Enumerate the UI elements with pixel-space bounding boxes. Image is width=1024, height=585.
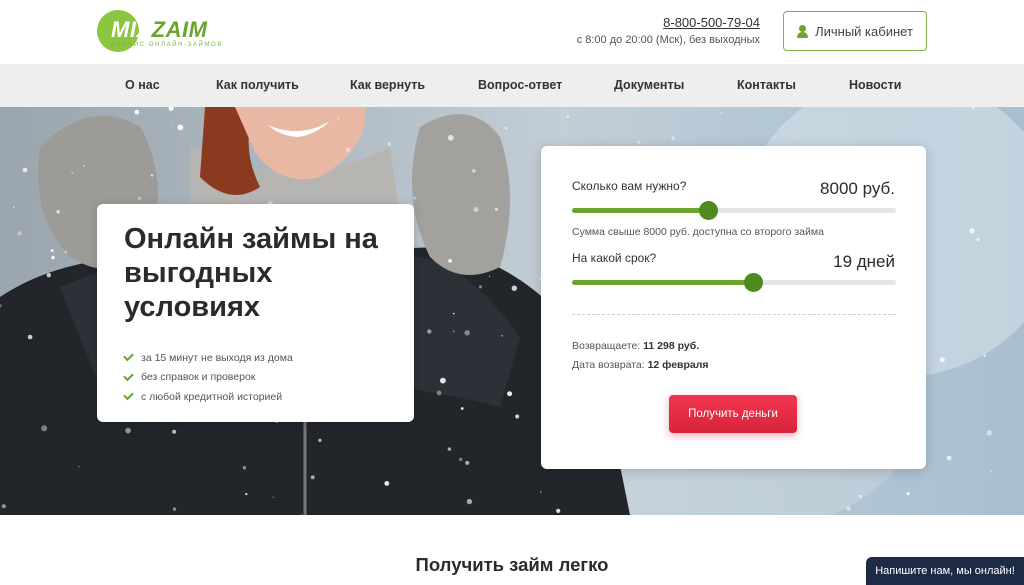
check-icon — [123, 370, 134, 382]
hero-banner: Онлайн займы на выгодных условиях за 15 … — [0, 107, 1024, 515]
term-question: На какой срок? — [572, 251, 657, 265]
personal-account-button[interactable]: Личный кабинет — [783, 11, 927, 51]
amount-value: 8000 руб. — [820, 179, 895, 198]
nav-item-how-to-repay[interactable]: Как вернуть — [350, 78, 425, 92]
promo-card: Онлайн займы на выгодных условиях за 15 … — [97, 204, 414, 422]
logo-tagline: СЕРВИС ОНЛАЙН-ЗАЙМОВ — [111, 42, 223, 48]
hero-title: Онлайн займы на выгодных условиях — [124, 223, 378, 323]
nav-item-faq[interactable]: Вопрос-ответ — [478, 78, 562, 92]
feature-list: за 15 минут не выходя из дома без справо… — [123, 348, 293, 407]
chat-widget-button[interactable]: Напишите нам, мы онлайн! — [866, 557, 1024, 585]
repay-amount: Возвращаете: 11 298 руб. — [572, 340, 700, 352]
nav-item-about[interactable]: О нас — [125, 78, 160, 92]
repay-date: Дата возврата: 12 февраля — [572, 359, 709, 371]
nav-item-documents[interactable]: Документы — [614, 78, 684, 92]
check-icon — [123, 350, 134, 362]
personal-account-label: Личный кабинет — [815, 23, 913, 39]
nav-item-news[interactable]: Новости — [849, 78, 901, 92]
amount-slider-thumb[interactable] — [699, 201, 719, 220]
site-header: MIXZAIM СЕРВИС ОНЛАЙН-ЗАЙМОВ 8-800-500-7… — [0, 0, 1024, 64]
feature-item: с любой кредитной историей — [123, 387, 293, 407]
term-slider-thumb[interactable] — [744, 273, 764, 292]
nav-item-contacts[interactable]: Контакты — [737, 78, 796, 92]
working-hours: с 8:00 до 20:00 (Мск), без выходных — [576, 34, 760, 46]
logo[interactable]: MIXZAIM СЕРВИС ОНЛАЙН-ЗАЙМОВ — [97, 8, 221, 54]
term-slider-fill — [572, 280, 754, 285]
logo-wordmark: MIXZAIM — [111, 17, 208, 42]
amount-question: Сколько вам нужно? — [572, 179, 687, 193]
main-nav: О нас Как получить Как вернуть Вопрос-от… — [0, 64, 1024, 107]
phone-link[interactable]: 8-800-500-79-04 — [663, 15, 760, 30]
term-slider[interactable] — [572, 273, 896, 292]
user-icon — [797, 24, 809, 38]
amount-slider-fill — [572, 208, 709, 213]
feature-item: без справок и проверок — [123, 368, 293, 388]
divider — [572, 314, 896, 315]
term-value: 19 дней — [833, 252, 895, 271]
loan-calculator: Сколько вам нужно? 8000 руб. Сумма свыше… — [541, 146, 926, 469]
get-money-button[interactable]: Получить деньги — [669, 395, 797, 433]
feature-item: за 15 минут не выходя из дома — [123, 348, 293, 368]
check-icon — [123, 389, 134, 401]
nav-item-how-to-get[interactable]: Как получить — [216, 78, 299, 92]
amount-note: Сумма свыше 8000 руб. доступна со второг… — [572, 226, 824, 238]
amount-slider[interactable] — [572, 201, 896, 220]
